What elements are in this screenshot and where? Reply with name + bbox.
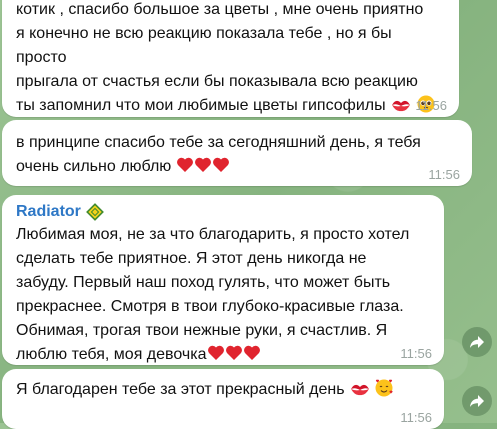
share-button[interactable] [462,386,492,416]
message-text: в принципе спасибо тебе за сегодняшний д… [16,134,421,175]
message-text: Я благодарен тебе за этот прекрасный ден… [2,369,444,402]
share-button[interactable] [462,327,492,357]
message-bubble[interactable]: Я благодарен тебе за этот прекрасный ден… [2,369,444,429]
message-time: 11:56 [415,98,447,113]
message-time: 11:56 [428,167,460,182]
kiss-mark-icon [392,100,411,112]
message-bubble[interactable]: в принципе спасибо тебе за сегодняшний д… [2,120,472,186]
message-text: котик , спасибо большое за цветы , мне о… [2,0,459,118]
author-name[interactable]: Radiator [16,201,81,223]
message-author[interactable]: Radiator [16,201,104,223]
red-heart-icon [207,345,224,360]
share-arrow-icon [470,395,484,407]
message-time: 11:56 [400,346,432,361]
red-heart-icon [212,157,229,172]
message-bubble[interactable]: котик , спасибо большое за цветы , мне о… [2,0,459,117]
smiling-face-with-hearts-icon [375,379,394,397]
red-heart-icon [194,157,211,172]
message-bubble[interactable]: Radiator Любимая моя, не за что благодар… [2,195,444,365]
red-heart-icon [243,345,260,360]
yellow-diamond-badge-icon [85,203,104,221]
share-arrow-icon [470,336,484,348]
kiss-mark-icon [351,384,370,396]
red-heart-icon [225,345,242,360]
red-heart-icon [176,157,193,172]
